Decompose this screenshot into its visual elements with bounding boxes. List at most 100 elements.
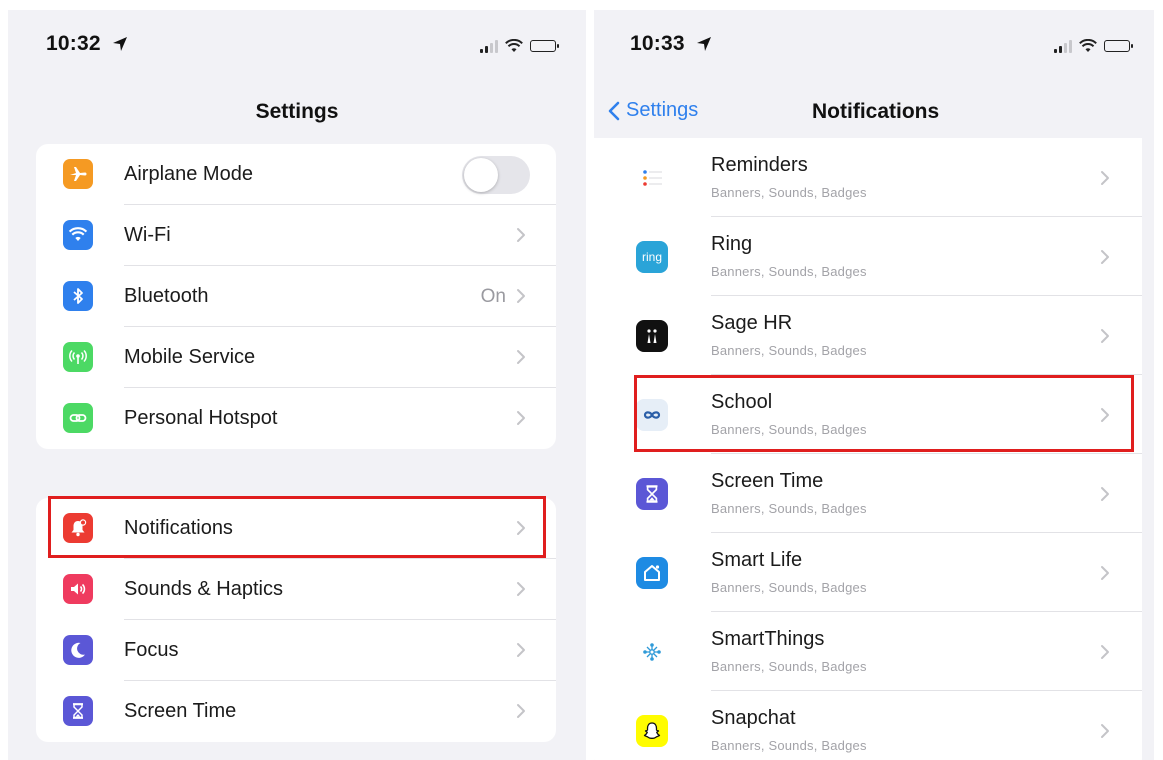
app-name: School (711, 391, 773, 413)
settings-row-focus[interactable]: Focus (36, 620, 556, 681)
settings-row-label: Wi-Fi (124, 224, 171, 246)
chevron-right-icon (1101, 566, 1109, 580)
settings-row-label: Mobile Service (124, 346, 256, 368)
app-name: Reminders (711, 154, 808, 176)
antenna-icon (63, 342, 93, 372)
app-notification-summary: Banners, Sounds, Badges (711, 343, 867, 358)
settings-row-label: Screen Time (124, 700, 237, 722)
app-row-smart-life[interactable]: Smart Life Banners, Sounds, Badges (594, 533, 1142, 612)
wifi-icon (505, 39, 523, 52)
airplane-mode-toggle[interactable] (462, 156, 530, 194)
page-title: Notifications (812, 100, 940, 123)
hotspot-link-icon (63, 403, 93, 433)
wifi-icon (1079, 39, 1097, 52)
system-icons (1054, 38, 1133, 54)
settings-group-general: Notifications Sounds & Haptics Focus Screen… (36, 498, 556, 742)
app-row-smartthings[interactable]: SmartThings Banners, Sounds, Badges (594, 612, 1142, 691)
chevron-right-icon (1101, 487, 1109, 501)
settings-row-personal-hotspot[interactable]: Personal Hotspot (36, 388, 556, 449)
chevron-right-icon (1101, 250, 1109, 264)
app-row-reminders[interactable]: Reminders Banners, Sounds, Badges (594, 138, 1142, 217)
smartthings-icon (636, 636, 668, 668)
system-icons (480, 38, 559, 54)
hourglass-icon (63, 696, 93, 726)
cellular-signal-icon (1054, 39, 1072, 53)
settings-row-mobile-service[interactable]: Mobile Service (36, 327, 556, 388)
settings-row-airplane-mode[interactable]: Airplane Mode (36, 144, 556, 205)
app-notification-summary: Banners, Sounds, Badges (711, 580, 867, 595)
settings-row-sounds-haptics[interactable]: Sounds & Haptics (36, 559, 556, 620)
settings-row-bluetooth[interactable]: Bluetooth On (36, 266, 556, 327)
app-notification-summary: Banners, Sounds, Badges (711, 501, 867, 516)
chevron-right-icon (1101, 171, 1109, 185)
battery-icon (1104, 40, 1133, 52)
nav-bar: Settings Notifications (594, 88, 1154, 134)
app-notification-summary: Banners, Sounds, Badges (711, 738, 867, 753)
chevron-right-icon (517, 228, 525, 242)
app-icon-text: ring (641, 250, 662, 264)
app-notification-summary: Banners, Sounds, Badges (711, 422, 867, 437)
bluetooth-icon (63, 281, 93, 311)
app-name: Screen Time (711, 470, 824, 492)
app-row-ring[interactable]: ring Ring Banners, Sounds, Badges (594, 217, 1142, 296)
app-notification-summary: Banners, Sounds, Badges (711, 659, 867, 674)
location-arrow-icon (697, 37, 711, 51)
back-button[interactable]: Settings (608, 99, 698, 122)
chevron-right-icon (1101, 408, 1109, 422)
chevron-right-icon (1101, 329, 1109, 343)
chevron-right-icon (1101, 724, 1109, 738)
notifications-screen: 10:33 Settings Notifications Reminders Ba… (594, 10, 1154, 760)
back-button-label: Settings (626, 99, 699, 121)
app-name: SmartThings (711, 628, 825, 650)
reminders-list-icon (636, 162, 668, 194)
nav-bar: Settings (8, 88, 586, 134)
airplane-icon (63, 159, 93, 189)
ghost-icon (636, 715, 668, 747)
chevron-right-icon (517, 521, 525, 535)
settings-row-label: Personal Hotspot (124, 407, 278, 429)
app-row-snapchat[interactable]: Snapchat Banners, Sounds, Badges (594, 691, 1142, 760)
chevron-left-icon (608, 101, 620, 120)
app-name: Ring (711, 233, 753, 255)
battery-icon (530, 40, 559, 52)
settings-row-notifications[interactable]: Notifications (36, 498, 556, 559)
chevron-right-icon (517, 411, 525, 425)
smart-home-icon (636, 557, 668, 589)
infinity-icon (636, 399, 668, 431)
status-bar: 10:32 (8, 32, 586, 62)
location-arrow-icon (113, 37, 127, 51)
settings-row-label: Bluetooth (124, 285, 209, 307)
settings-row-label: Sounds & Haptics (124, 578, 283, 600)
status-time: 10:32 (46, 32, 101, 55)
status-time: 10:33 (630, 32, 685, 55)
chevron-right-icon (1101, 645, 1109, 659)
app-name: Smart Life (711, 549, 803, 571)
notification-apps-list: Reminders Banners, Sounds, Badges ring Ring… (594, 138, 1142, 760)
ring-logo-icon: ring (636, 241, 668, 273)
chevron-right-icon (517, 643, 525, 657)
chevron-right-icon (517, 582, 525, 596)
sage-hr-icon (636, 320, 668, 352)
settings-row-label: Notifications (124, 517, 233, 539)
settings-row-label: Airplane Mode (124, 163, 253, 185)
status-bar: 10:33 (594, 32, 1154, 62)
app-row-screen-time[interactable]: Screen Time Banners, Sounds, Badges (594, 454, 1142, 533)
moon-icon (63, 635, 93, 665)
settings-row-wi-fi[interactable]: Wi-Fi (36, 205, 556, 266)
app-name: Sage HR (711, 312, 793, 334)
app-notification-summary: Banners, Sounds, Badges (711, 185, 867, 200)
settings-group-connectivity: Airplane Mode Wi-Fi Bluetooth On Mobile Serv… (36, 144, 556, 449)
settings-row-value: On (480, 285, 506, 307)
hourglass-icon (636, 478, 668, 510)
app-notification-summary: Banners, Sounds, Badges (711, 264, 867, 279)
settings-row-screen-time[interactable]: Screen Time (36, 681, 556, 742)
wifi-icon (63, 220, 93, 250)
chevron-right-icon (517, 704, 525, 718)
cellular-signal-icon (480, 39, 498, 53)
page-title: Settings (255, 100, 339, 123)
app-row-school[interactable]: School Banners, Sounds, Badges (594, 375, 1142, 454)
chevron-right-icon (517, 350, 525, 364)
bell-icon (63, 513, 93, 543)
app-row-sage-hr[interactable]: Sage HR Banners, Sounds, Badges (594, 296, 1142, 375)
chevron-right-icon (517, 289, 525, 303)
